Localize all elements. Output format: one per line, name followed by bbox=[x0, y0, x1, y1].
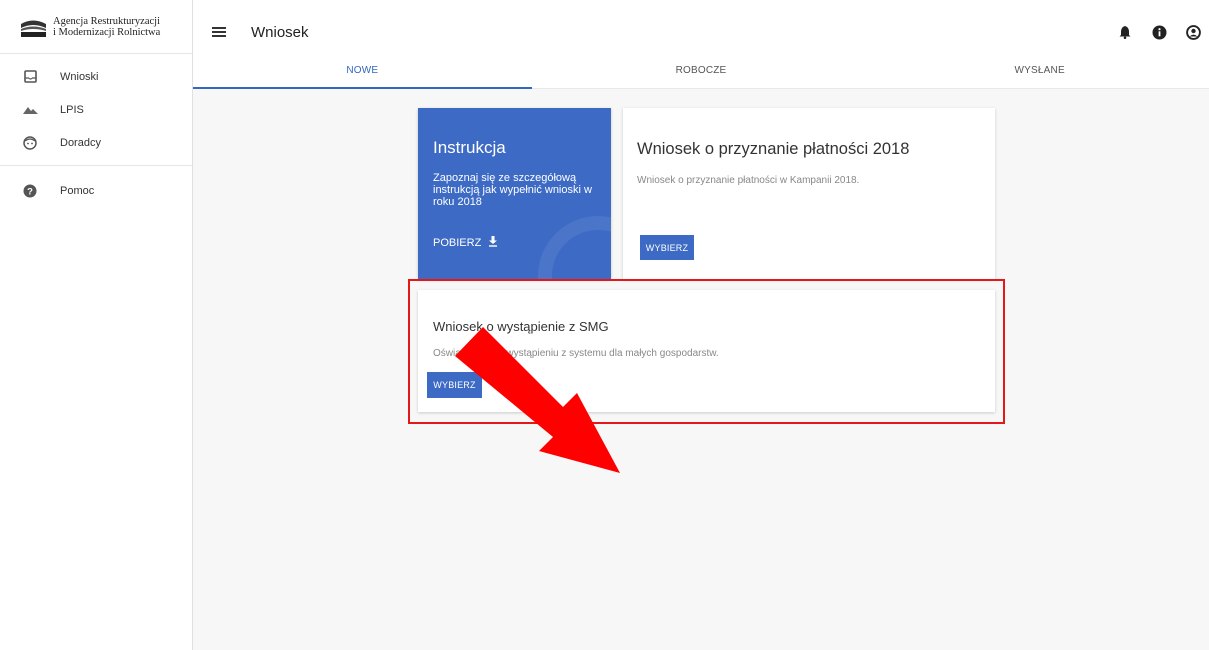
sidebar-item-label: LPIS bbox=[60, 103, 84, 116]
smg-application-card: Wniosek o wystąpienie z SMG Oświadczenie… bbox=[418, 290, 995, 412]
download-icon bbox=[488, 236, 498, 250]
instruction-card: Instrukcja Zapoznaj się ze szczegółową i… bbox=[418, 108, 611, 279]
tab-wyslane[interactable]: WYSŁANE bbox=[870, 59, 1209, 88]
sidebar-item-pomoc[interactable]: ? Pomoc bbox=[0, 174, 192, 207]
select-smg-button[interactable]: WYBIERZ bbox=[427, 372, 482, 398]
tab-nowe[interactable]: NOWE bbox=[193, 59, 532, 89]
select-payment-button[interactable]: WYBIERZ bbox=[640, 235, 694, 260]
sidebar-item-label: Pomoc bbox=[60, 184, 95, 197]
face-icon bbox=[22, 135, 38, 151]
download-label: POBIERZ bbox=[433, 237, 482, 249]
payment-card-description: Wniosek o przyznanie płatności w Kampani… bbox=[637, 175, 860, 186]
svg-text:?: ? bbox=[27, 186, 33, 197]
header-actions bbox=[1117, 24, 1201, 40]
info-icon[interactable] bbox=[1151, 24, 1167, 40]
sidebar-nav-secondary: ? Pomoc bbox=[0, 174, 192, 207]
sidebar-item-lpis[interactable]: LPIS bbox=[0, 93, 192, 126]
terrain-icon bbox=[22, 102, 38, 118]
instruction-title: Instrukcja bbox=[433, 138, 506, 157]
page-title: Wniosek bbox=[251, 23, 309, 41]
sidebar-nav: Wnioski LPIS Doradcy bbox=[0, 54, 192, 159]
tab-bar: NOWE ROBOCZE WYSŁANE bbox=[193, 59, 1209, 89]
smg-card-title: Wniosek o wystąpienie z SMG bbox=[433, 319, 609, 334]
account-icon[interactable] bbox=[1185, 24, 1201, 40]
main-content: Instrukcja Zapoznaj się ze szczegółową i… bbox=[193, 89, 1209, 650]
sidebar-item-label: Doradcy bbox=[60, 136, 101, 149]
tab-robocze[interactable]: ROBOCZE bbox=[532, 59, 871, 88]
sidebar: Agencja Restrukturyzacji i Modernizacji … bbox=[0, 0, 193, 650]
sidebar-item-doradcy[interactable]: Doradcy bbox=[0, 126, 192, 159]
smg-card-description: Oświadczenie o wystąpieniu z systemu dla… bbox=[433, 348, 719, 359]
app-header: Wniosek bbox=[193, 0, 1209, 64]
arimr-logo bbox=[20, 15, 47, 38]
brand-name: Agencja Restrukturyzacji i Modernizacji … bbox=[53, 16, 160, 38]
instruction-text: Zapoznaj się ze szczegółową instrukcją j… bbox=[433, 172, 592, 208]
inbox-icon bbox=[22, 69, 38, 85]
menu-icon[interactable] bbox=[212, 25, 226, 39]
download-button[interactable]: POBIERZ bbox=[433, 236, 498, 250]
instruction-background-graphic bbox=[538, 216, 611, 279]
sidebar-divider bbox=[0, 165, 192, 166]
payment-application-card: Wniosek o przyznanie płatności 2018 Wnio… bbox=[623, 108, 995, 279]
brand-line-1: Agencja Restrukturyzacji bbox=[53, 15, 160, 27]
brand-line-2: i Modernizacji Rolnictwa bbox=[53, 26, 161, 38]
sidebar-item-wnioski[interactable]: Wnioski bbox=[0, 60, 192, 93]
sidebar-item-label: Wnioski bbox=[60, 70, 99, 83]
payment-card-title: Wniosek o przyznanie płatności 2018 bbox=[637, 140, 910, 158]
brand: Agencja Restrukturyzacji i Modernizacji … bbox=[0, 0, 192, 54]
help-icon: ? bbox=[22, 183, 38, 199]
bell-icon[interactable] bbox=[1117, 24, 1133, 40]
